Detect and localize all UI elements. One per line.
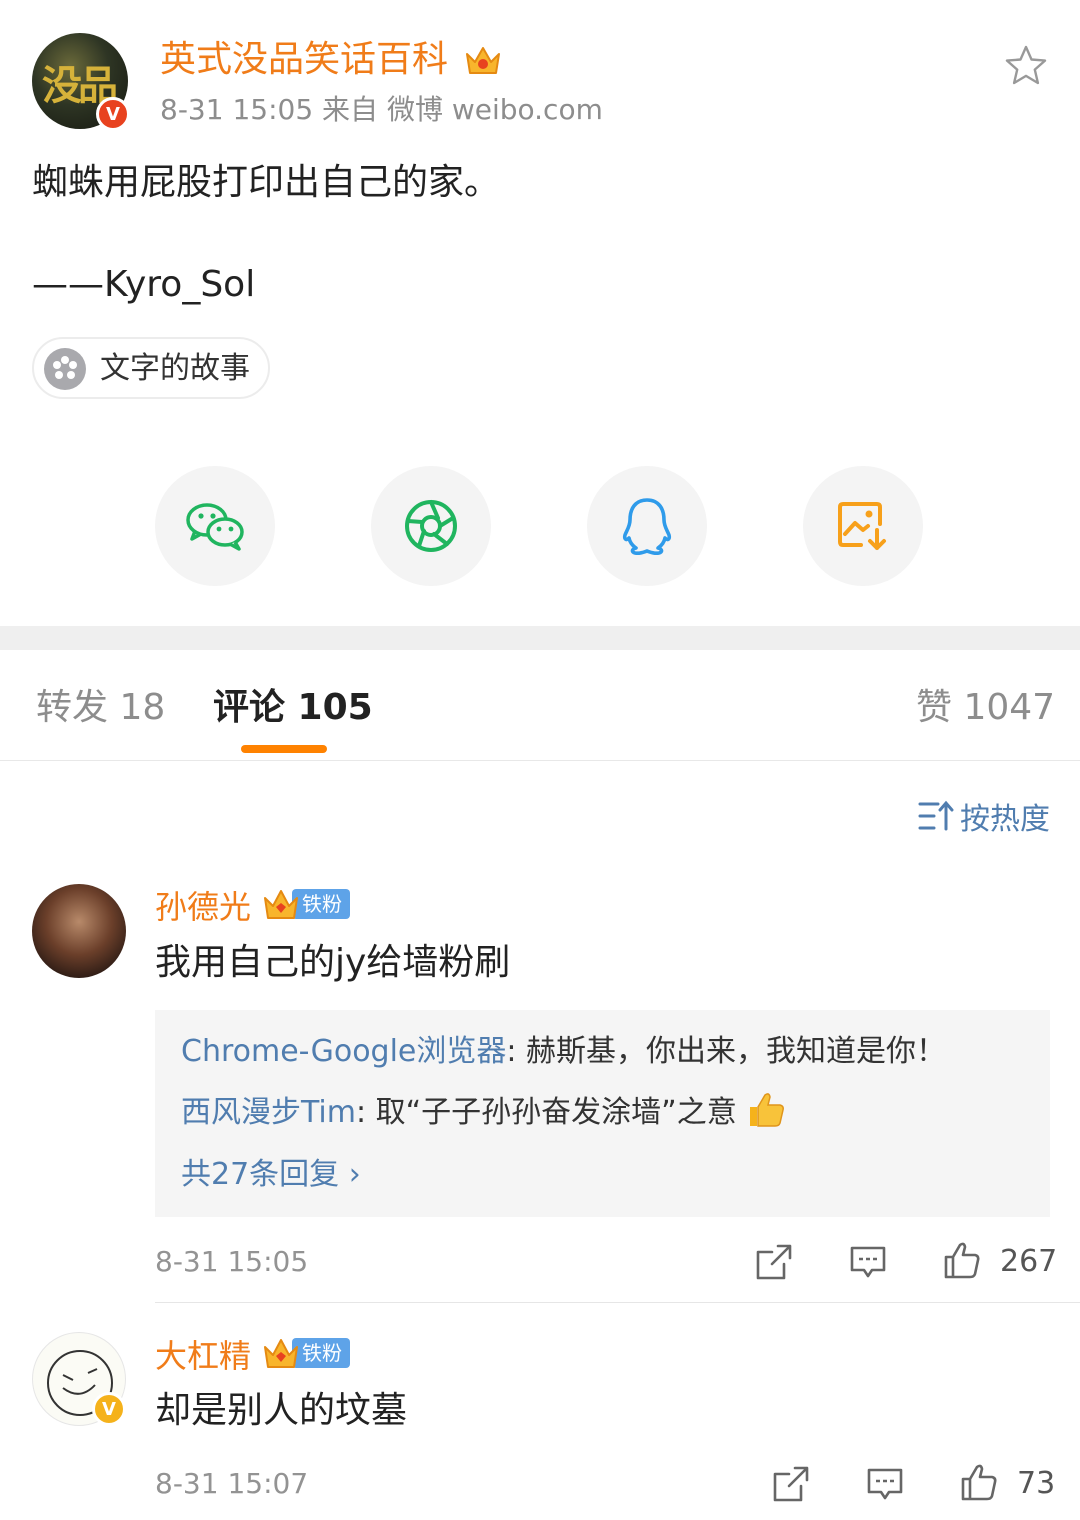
share-wechat-button[interactable]: [155, 466, 275, 586]
reply-box[interactable]: Chrome-Google浏览器: 赫斯基，你出来，我知道是你！ 西风漫步Tim…: [155, 1010, 1050, 1217]
topic-chip[interactable]: 文字的故事: [32, 337, 270, 399]
fan-crown-icon: [264, 890, 298, 919]
fan-badge-label: 铁粉: [292, 889, 350, 919]
verified-badge-icon: V: [96, 97, 130, 131]
comment-divider: [155, 1302, 1080, 1303]
reply-username[interactable]: 西风漫步Tim: [181, 1095, 356, 1130]
fan-badge-label: 铁粉: [292, 1338, 350, 1368]
section-divider: [0, 626, 1080, 650]
sort-icon: [918, 800, 954, 831]
comment-icon[interactable]: [848, 1242, 888, 1282]
save-image-icon: [838, 502, 886, 550]
repost-icon[interactable]: [754, 1242, 794, 1282]
share-moments-button[interactable]: [371, 466, 491, 586]
comment-text: 却是别人的坟墓: [155, 1390, 408, 1431]
post-meta: 8-31 15:05 来自 微博 weibo.com: [160, 93, 603, 126]
moments-icon: [405, 500, 457, 552]
post-text: 蜘蛛用屁股打印出自己的家。: [32, 162, 501, 203]
reply-username[interactable]: Chrome-Google浏览器: [181, 1034, 506, 1069]
like-count: 267: [1000, 1244, 1058, 1279]
post-signature: ——Kyro_Sol: [32, 264, 256, 305]
comment-avatar[interactable]: [32, 884, 126, 978]
qq-icon: [622, 498, 672, 556]
tab-repost[interactable]: 转发 18: [36, 684, 165, 732]
reply-text: : 取“子子孙孙奋发涂墙”之意: [355, 1095, 737, 1130]
comment-text: 我用自己的jy给墙粉刷: [155, 942, 511, 983]
favorite-star-icon[interactable]: [1002, 42, 1050, 90]
topic-label: 文字的故事: [100, 351, 250, 386]
comment-username[interactable]: 孙德光: [155, 886, 251, 928]
like-icon[interactable]: [959, 1462, 999, 1502]
fan-badge: 铁粉: [262, 886, 350, 922]
comment-time: 8-31 15:05: [155, 1245, 309, 1278]
reply-item[interactable]: Chrome-Google浏览器: 赫斯基，你出来，我知道是你！: [181, 1032, 946, 1072]
like-count: 73: [1017, 1466, 1056, 1501]
repost-icon[interactable]: [771, 1464, 811, 1504]
thumbs-up-emoji-icon: [750, 1093, 785, 1127]
fan-badge: 铁粉: [262, 1335, 350, 1371]
comment-time: 8-31 15:07: [155, 1467, 309, 1500]
topic-flower-icon: [44, 348, 86, 390]
save-image-button[interactable]: [803, 466, 923, 586]
comment-icon[interactable]: [865, 1464, 905, 1504]
more-replies-link[interactable]: 共27条回复 ›: [181, 1155, 361, 1195]
crown-icon: [466, 47, 500, 74]
wechat-icon: [186, 503, 244, 551]
sort-label: 按热度: [960, 802, 1050, 837]
sort-button[interactable]: 按热度: [918, 796, 1050, 837]
like-icon[interactable]: [942, 1240, 982, 1280]
fan-crown-icon: [264, 1339, 298, 1368]
reply-item[interactable]: 西风漫步Tim: 取“子子孙孙奋发涂墙”之意: [181, 1090, 786, 1133]
tab-likes[interactable]: 赞 1047: [916, 684, 1055, 732]
active-tab-indicator: [241, 745, 327, 753]
tabs-divider: [0, 760, 1080, 761]
verified-badge-icon: V: [92, 1392, 126, 1426]
reply-text: : 赫斯基，你出来，我知道是你！: [506, 1034, 947, 1069]
tab-comments[interactable]: 评论 105: [213, 684, 373, 732]
post-author-name[interactable]: 英式没品笑话百科: [160, 38, 448, 82]
share-qq-button[interactable]: [587, 466, 707, 586]
comment-username[interactable]: 大杠精: [155, 1335, 251, 1377]
